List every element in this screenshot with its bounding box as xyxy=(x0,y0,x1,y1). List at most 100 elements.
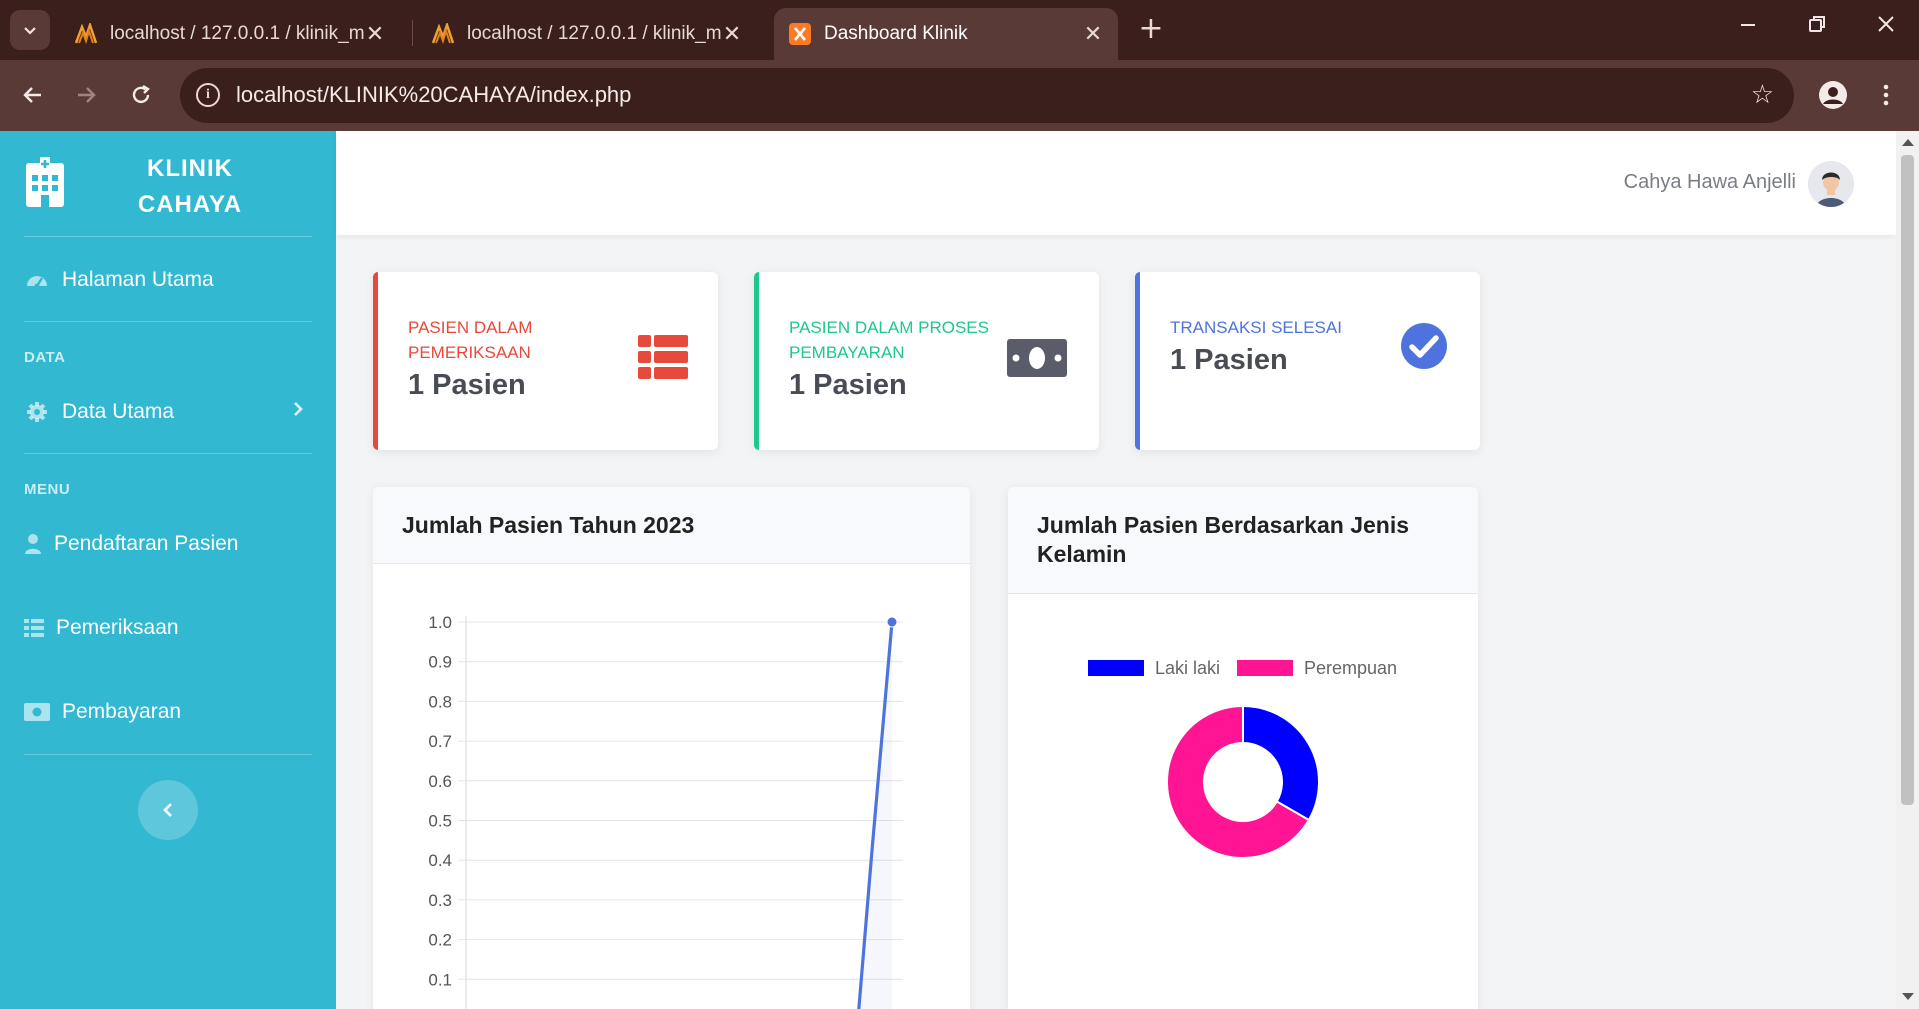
close-icon[interactable]: ✕ xyxy=(1082,21,1104,47)
sidebar-item-halaman-utama[interactable]: Halaman Utama xyxy=(24,260,312,300)
minimize-icon xyxy=(1741,24,1755,26)
user-avatar-icon xyxy=(1808,161,1854,207)
scroll-thumb[interactable] xyxy=(1901,155,1914,805)
browser-toolbar: i localhost/KLINIK%20CAHAYA/index.php ☆ xyxy=(0,60,1919,131)
scroll-down-arrow[interactable] xyxy=(1902,993,1914,1000)
browser-menu-button[interactable] xyxy=(1867,76,1905,114)
avatar[interactable] xyxy=(1808,161,1854,207)
close-icon[interactable]: ✕ xyxy=(721,21,743,47)
profile-button[interactable] xyxy=(1814,76,1852,114)
legend-swatch xyxy=(1237,660,1293,676)
chevron-down-icon xyxy=(24,27,36,35)
more-vertical-icon xyxy=(1883,84,1889,106)
user-icon xyxy=(24,533,42,555)
y-tick-label: 0.2 xyxy=(428,931,452,950)
new-tab-button[interactable]: + xyxy=(1134,14,1168,48)
bookmark-star-icon[interactable]: ☆ xyxy=(1751,80,1774,110)
y-tick-label: 0.8 xyxy=(428,692,452,711)
sidebar-item-pendaftaran-pasien[interactable]: Pendaftaran Pasien xyxy=(24,524,312,564)
sidebar: KLINIK CAHAYA Halaman Utama DATA Data Ut… xyxy=(0,131,336,1009)
chevron-right-icon xyxy=(292,400,304,424)
table-icon xyxy=(638,335,688,379)
arrow-left-icon xyxy=(23,87,41,103)
tab-title: Dashboard Klinik xyxy=(824,23,968,44)
tachometer-icon xyxy=(24,269,50,291)
y-tick-label: 0.9 xyxy=(428,653,452,672)
browser-tab-3-active[interactable]: Dashboard Klinik ✕ xyxy=(774,8,1118,60)
brand-line-2: CAHAYA xyxy=(137,191,243,218)
sidebar-divider xyxy=(24,453,312,454)
address-bar[interactable]: i localhost/KLINIK%20CAHAYA/index.php ☆ xyxy=(180,68,1794,123)
card-accent-bar xyxy=(1135,272,1140,450)
legend-label: Perempuan xyxy=(1304,658,1397,678)
sidebar-toggle-button[interactable] xyxy=(138,780,198,840)
sidebar-item-pembayaran[interactable]: Pembayaran xyxy=(24,692,312,732)
sidebar-item-label: Pendaftaran Pasien xyxy=(54,532,239,555)
reload-icon xyxy=(132,84,150,104)
sidebar-divider xyxy=(24,754,312,755)
page-scrollbar[interactable] xyxy=(1896,131,1919,1009)
phpmyadmin-icon xyxy=(431,22,455,46)
scroll-up-arrow[interactable] xyxy=(1902,139,1914,146)
restore-icon xyxy=(1809,16,1825,32)
url-text[interactable]: localhost/KLINIK%20CAHAYA/index.php xyxy=(236,82,631,108)
tab-search-button[interactable] xyxy=(10,10,50,50)
donut-chart-panel: Jumlah Pasien Berdasarkan Jenis Kelamin … xyxy=(1008,487,1478,1009)
data-point xyxy=(886,616,898,628)
check-circle-icon xyxy=(1401,323,1447,369)
brand[interactable]: KLINIK CAHAYA xyxy=(0,131,336,236)
y-tick-label: 0.7 xyxy=(428,732,452,751)
profile-icon xyxy=(1819,81,1847,109)
sidebar-item-pemeriksaan[interactable]: Pemeriksaan xyxy=(24,608,312,648)
close-icon xyxy=(1878,16,1894,32)
tab-title: localhost / 127.0.0.1 / klinik_me xyxy=(467,23,721,44)
tab-separator xyxy=(412,20,413,46)
xampp-icon xyxy=(788,22,812,46)
card-value: 1 Pasien xyxy=(408,369,526,401)
y-tick-label: 0.4 xyxy=(428,851,452,870)
sidebar-item-data-utama[interactable]: Data Utama xyxy=(24,392,312,432)
card-value: 1 Pasien xyxy=(1170,344,1288,376)
sidebar-heading-menu: MENU xyxy=(24,481,71,498)
reload-button[interactable] xyxy=(122,76,160,114)
forward-button[interactable] xyxy=(67,76,105,114)
close-icon[interactable]: ✕ xyxy=(364,21,386,47)
close-window-button[interactable] xyxy=(1866,14,1906,46)
browser-tab-1[interactable]: localhost / 127.0.0.1 / klinik_me ✕ xyxy=(60,8,400,60)
y-tick-label: 0.6 xyxy=(428,772,452,791)
brand-name: KLINIK CAHAYA xyxy=(110,151,270,223)
browser-tab-bar: localhost / 127.0.0.1 / klinik_me ✕ loca… xyxy=(0,0,1919,60)
phpmyadmin-icon xyxy=(74,22,98,46)
gear-icon xyxy=(24,401,50,423)
panel-header: Jumlah Pasien Tahun 2023 xyxy=(373,487,970,564)
card-accent-bar xyxy=(373,272,378,450)
line-chart-panel: Jumlah Pasien Tahun 2023 1.0 0.9 0.8 0.7 0.6… xyxy=(373,487,970,1009)
hospital-icon xyxy=(26,157,64,207)
line-chart: 1.0 0.9 0.8 0.7 0.6 0.5 0.4 0.3 0.2 0.1 xyxy=(428,613,903,1009)
sidebar-item-label: Halaman Utama xyxy=(62,268,214,291)
sidebar-divider xyxy=(24,236,312,237)
panel-title: Jumlah Pasien Tahun 2023 xyxy=(402,512,695,538)
sidebar-item-label: Pembayaran xyxy=(62,700,182,723)
card-value: 1 Pasien xyxy=(789,369,907,401)
topbar: Cahya Hawa Anjelli xyxy=(336,131,1896,235)
table-icon xyxy=(24,617,44,639)
sidebar-divider xyxy=(24,321,312,322)
y-tick-label: 0.1 xyxy=(428,970,452,989)
sidebar-item-label: Pemeriksaan xyxy=(56,616,179,639)
tab-title: localhost / 127.0.0.1 / klinik_me xyxy=(110,23,364,44)
browser-tab-2[interactable]: localhost / 127.0.0.1 / klinik_me ✕ xyxy=(417,8,757,60)
restore-button[interactable] xyxy=(1797,14,1837,46)
minimize-button[interactable] xyxy=(1728,14,1768,46)
user-name[interactable]: Cahya Hawa Anjelli xyxy=(1624,171,1796,194)
stat-card-pembayaran: PASIEN DALAM PROSES PEMBAYARAN 1 Pasien xyxy=(754,272,1099,450)
legend-label: Laki laki xyxy=(1155,658,1220,678)
chevron-left-icon xyxy=(163,803,172,817)
money-icon xyxy=(24,701,50,723)
y-tick-label: 1.0 xyxy=(428,613,452,632)
panel-title: Jumlah Pasien Berdasarkan Jenis Kelamin xyxy=(1037,512,1410,567)
site-info-icon[interactable]: i xyxy=(196,83,220,107)
sidebar-item-label: Data Utama xyxy=(62,400,175,423)
panel-header: Jumlah Pasien Berdasarkan Jenis Kelamin xyxy=(1008,487,1478,594)
back-button[interactable] xyxy=(14,76,52,114)
